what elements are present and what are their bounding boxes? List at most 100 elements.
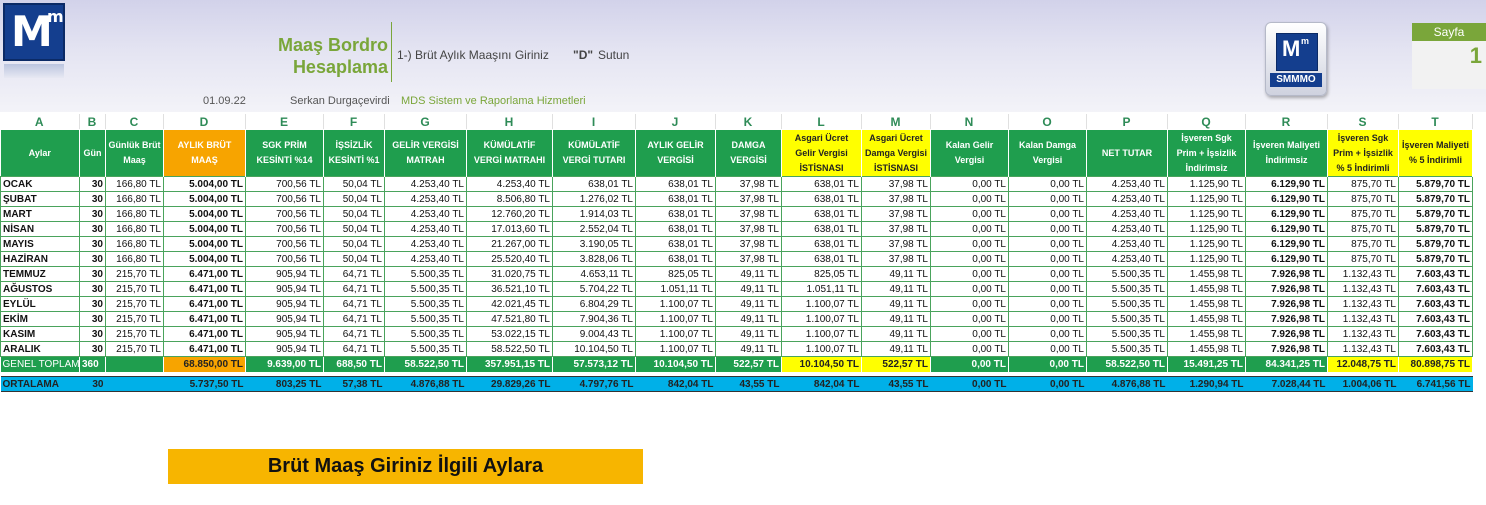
table-cell: 50,04 TL bbox=[323, 206, 385, 222]
table-cell: 7.926,98 TL bbox=[1245, 341, 1328, 357]
author-label: Serkan Durgaçevirdi bbox=[290, 95, 390, 107]
title-divider bbox=[391, 22, 392, 82]
header-row: Aylar Gün Günlük Brüt Maaş AYLIK BRÜT MAAŞ S… bbox=[0, 130, 1473, 177]
table-cell: 6.129,90 TL bbox=[1245, 191, 1328, 207]
table-cell: 58.522,50 TL bbox=[466, 341, 553, 357]
table-cell: 875,70 TL bbox=[1327, 191, 1399, 207]
gross-salary-input[interactable]: 6.471,00 TL bbox=[163, 296, 246, 312]
gross-salary-input[interactable]: 6.471,00 TL bbox=[163, 341, 246, 357]
table-cell: 1.125,90 TL bbox=[1167, 251, 1246, 267]
table-cell: 0,00 TL bbox=[930, 236, 1009, 252]
column-letter-row: ABCDEFGHIJKLMNOPQRST bbox=[0, 114, 1473, 129]
table-cell: 215,70 TL bbox=[105, 266, 164, 282]
table-cell: 0,00 TL bbox=[930, 266, 1009, 282]
smmmo-logo-letter: M bbox=[1282, 36, 1301, 61]
table-cell: 3.828,06 TL bbox=[552, 251, 636, 267]
table-cell: 905,94 TL bbox=[245, 326, 324, 342]
gross-salary-input[interactable]: 5.004,00 TL bbox=[163, 206, 246, 222]
month-cell: MART bbox=[0, 206, 80, 222]
table-cell: 5.879,70 TL bbox=[1398, 221, 1473, 237]
table-cell: 0,00 TL bbox=[1008, 341, 1087, 357]
table-cell: 49,11 TL bbox=[861, 311, 931, 327]
gross-salary-input[interactable]: 6.471,00 TL bbox=[163, 266, 246, 282]
column-letter: L bbox=[781, 114, 862, 129]
table-cell: 905,94 TL bbox=[245, 341, 324, 357]
gross-salary-input[interactable]: 5.004,00 TL bbox=[163, 191, 246, 207]
table-cell: 50,04 TL bbox=[323, 221, 385, 237]
gross-salary-input[interactable]: 5.004,00 TL bbox=[163, 176, 246, 192]
table-cell: 30 bbox=[79, 191, 106, 207]
table-cell: 1.914,03 TL bbox=[552, 206, 636, 222]
table-cell: 7.926,98 TL bbox=[1245, 266, 1328, 282]
gross-salary-input[interactable]: 6.471,00 TL bbox=[163, 281, 246, 297]
total-cell: 360 bbox=[79, 356, 106, 372]
total-cell: 58.522,50 TL bbox=[1086, 356, 1168, 372]
table-cell: 638,01 TL bbox=[635, 206, 716, 222]
column-letter: P bbox=[1086, 114, 1168, 129]
table-cell: 5.704,22 TL bbox=[552, 281, 636, 297]
table-cell: 4.253,40 TL bbox=[1086, 176, 1168, 192]
table-row: TEMMUZ 30 215,70 TL 6.471,00 TL 905,94 TL 64,… bbox=[0, 266, 1473, 282]
table-cell: 49,11 TL bbox=[861, 281, 931, 297]
table-cell: 4.253,40 TL bbox=[1086, 191, 1168, 207]
table-cell: 4.253,40 TL bbox=[1086, 251, 1168, 267]
table-cell: 64,71 TL bbox=[323, 281, 385, 297]
table-cell: 42.021,45 TL bbox=[466, 296, 553, 312]
table-cell: 37,98 TL bbox=[715, 191, 782, 207]
table-cell: 638,01 TL bbox=[781, 221, 862, 237]
gross-salary-input[interactable]: 5.004,00 TL bbox=[163, 221, 246, 237]
table-cell: 7.603,43 TL bbox=[1398, 341, 1473, 357]
gross-salary-input[interactable]: 5.004,00 TL bbox=[163, 251, 246, 267]
table-cell: 1.100,07 TL bbox=[635, 296, 716, 312]
table-cell: 0,00 TL bbox=[930, 281, 1009, 297]
table-row: MART 30 166,80 TL 5.004,00 TL 700,56 TL 50,04… bbox=[0, 206, 1473, 222]
instruction-suffix: Sutun bbox=[598, 48, 630, 62]
total-cell: 10.104,50 TL bbox=[635, 356, 716, 372]
gross-salary-input[interactable]: 5.004,00 TL bbox=[163, 236, 246, 252]
table-cell: 37,98 TL bbox=[861, 221, 931, 237]
table-cell: 30 bbox=[79, 236, 106, 252]
column-header: Kalan Gelir Vergisi bbox=[930, 130, 1009, 177]
table-cell: 37,98 TL bbox=[715, 236, 782, 252]
table-cell: 5.500,35 TL bbox=[384, 296, 467, 312]
table-cell: 905,94 TL bbox=[245, 296, 324, 312]
table-cell: 875,70 TL bbox=[1327, 206, 1399, 222]
table-cell: 166,80 TL bbox=[105, 176, 164, 192]
column-letter: R bbox=[1245, 114, 1328, 129]
table-cell: 215,70 TL bbox=[105, 341, 164, 357]
table-cell: 31.020,75 TL bbox=[466, 266, 553, 282]
table-cell: 166,80 TL bbox=[105, 191, 164, 207]
table-cell: 6.129,90 TL bbox=[1245, 176, 1328, 192]
table-cell: 1.132,43 TL bbox=[1327, 296, 1399, 312]
table-cell: 49,11 TL bbox=[715, 326, 782, 342]
column-header: İşveren Maliyeti İndirimsiz bbox=[1245, 130, 1328, 177]
total-cell: 12.048,75 TL bbox=[1327, 356, 1399, 372]
table-row: KASIM 30 215,70 TL 6.471,00 TL 905,94 TL 64,7… bbox=[0, 326, 1473, 342]
instruction-text: 1-) Brüt Aylık Maaşını Giriniz bbox=[397, 48, 549, 62]
table-cell: 1.125,90 TL bbox=[1167, 206, 1246, 222]
table-cell: 5.500,35 TL bbox=[384, 281, 467, 297]
table-cell: 1.132,43 TL bbox=[1327, 326, 1399, 342]
column-letter: M bbox=[861, 114, 931, 129]
total-cell bbox=[105, 356, 164, 372]
month-cell: HAZİRAN bbox=[0, 251, 80, 267]
payroll-table: Aylar Gün Günlük Brüt Maaş AYLIK BRÜT MAAŞ S… bbox=[0, 130, 1473, 392]
smmmo-logo-mark: M m bbox=[1276, 33, 1318, 71]
gross-salary-input[interactable]: 6.471,00 TL bbox=[163, 311, 246, 327]
table-cell: 49,11 TL bbox=[715, 296, 782, 312]
table-cell: 7.926,98 TL bbox=[1245, 311, 1328, 327]
table-cell: 0,00 TL bbox=[1008, 296, 1087, 312]
column-header: İşveren Maliyeti % 5 İndirimli bbox=[1398, 130, 1473, 177]
table-cell: 37,98 TL bbox=[861, 206, 931, 222]
table-cell: 3.190,05 TL bbox=[552, 236, 636, 252]
table-row: EKİM 30 215,70 TL 6.471,00 TL 905,94 TL 64,71… bbox=[0, 311, 1473, 327]
table-cell: 700,56 TL bbox=[245, 191, 324, 207]
table-cell: 9.004,43 TL bbox=[552, 326, 636, 342]
smmmo-logo: M m SMMMO bbox=[1265, 22, 1327, 96]
gross-salary-input[interactable]: 6.471,00 TL bbox=[163, 326, 246, 342]
table-cell: 50,04 TL bbox=[323, 251, 385, 267]
table-cell: 166,80 TL bbox=[105, 236, 164, 252]
table-cell: 5.500,35 TL bbox=[1086, 266, 1168, 282]
table-cell: 0,00 TL bbox=[930, 311, 1009, 327]
table-cell: 30 bbox=[79, 341, 106, 357]
